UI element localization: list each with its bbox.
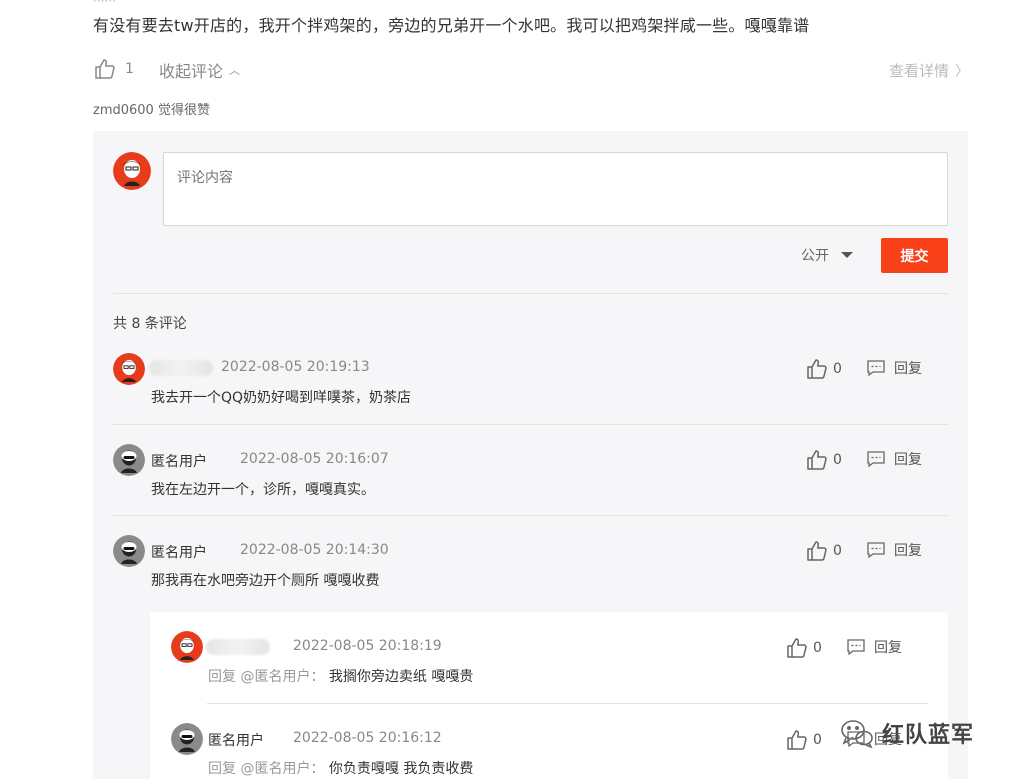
comment-author[interactable] [149,360,213,376]
divider [113,293,948,294]
reply-like-button[interactable]: 0 [785,636,822,660]
reply-body: 你负责嘎嘎 我负责收费 [328,761,474,777]
comment-input[interactable] [163,152,948,226]
chevron-up-icon: ︿ [229,64,241,77]
comments-panel: 公开 提交 共 8 条评论 2022-08-05 20:19:13 我去开一个Q… [93,131,968,779]
watermark: 红队蓝军 [838,714,974,752]
reply-text: 回复 @匿名用户： 我搁你旁边卖纸 嘎嘎贵 [208,666,473,686]
comment-author[interactable]: 匿名用户 [151,451,207,471]
comment-time: 2022-08-05 20:16:07 [240,451,389,467]
comment-like-button[interactable]: 0 [805,357,842,381]
anonymous-avatar [171,723,203,755]
comment-reply-label: 回复 [894,452,922,468]
comment-reply-button[interactable]: 回复 [866,358,922,378]
thumbs-up-icon [95,59,115,79]
thumbs-up-icon [787,730,807,750]
chevron-right-icon: 〉 [955,63,969,80]
post-like-button[interactable]: 1 [93,57,134,81]
reply-reply-label: 回复 [874,640,902,656]
comment-text: 我在左边开一个，诊所，嘎嘎真实。 [151,482,375,498]
comment-time: 2022-08-05 20:14:30 [240,542,389,558]
divider [113,515,948,516]
liked-by-text: zmd0600 觉得很赞 [93,103,210,118]
submit-button[interactable]: 提交 [881,238,948,273]
comment-like-count: 0 [833,543,842,559]
reply-like-count: 0 [813,732,822,748]
reply-like-button[interactable]: 0 [785,728,822,752]
reply-body: 我搁你旁边卖纸 嘎嘎贵 [328,669,474,685]
divider [113,424,948,425]
view-details-link[interactable]: 查看详情 〉 [889,60,969,81]
comment-reply-label: 回复 [894,543,922,559]
divider [207,703,928,704]
reply-time: 2022-08-05 20:18:19 [293,638,442,654]
reply-time: 2022-08-05 20:16:12 [293,730,442,746]
comment-text: 那我再在水吧旁边开个厕所 嘎嘎收费 [151,573,380,589]
visibility-select[interactable]: 公开 [801,245,853,265]
comment-author[interactable]: 匿名用户 [151,542,207,562]
comment-icon [867,542,885,559]
reply-text: 回复 @匿名用户： 你负责嘎嘎 我负责收费 [208,758,473,778]
current-user-avatar [113,152,151,190]
post-action-row: 1 收起评论 ︿ 查看详情 〉 [93,57,969,83]
comment-text: 我去开一个QQ奶奶好喝到咩噗茶，奶茶店 [151,390,412,406]
thumbs-up-icon [787,638,807,658]
wechat-logo-icon [841,720,873,749]
top-cut-text: ······ [93,0,116,8]
collapse-comments-button[interactable]: 收起评论 ︿ [159,58,240,82]
replies-box: 2022-08-05 20:18:19 回复 @匿名用户： 我搁你旁边卖纸 嘎嘎… [150,612,948,779]
reply-reply-button[interactable]: 回复 [846,637,902,657]
thumbs-up-icon [807,359,827,379]
thumbs-up-icon [807,450,827,470]
reply-author[interactable]: 匿名用户 [208,730,264,750]
comment-like-button[interactable]: 0 [805,539,842,563]
reply-to-mention[interactable]: 回复 @匿名用户： [208,669,324,685]
reply-like-count: 0 [813,640,822,656]
comment-reply-button[interactable]: 回复 [866,449,922,469]
comment-like-count: 0 [833,361,842,377]
comment-like-count: 0 [833,452,842,468]
comment-like-button[interactable]: 0 [805,448,842,472]
visibility-label: 公开 [801,248,829,264]
view-details-label: 查看详情 [888,62,949,80]
reply-to-mention[interactable]: 回复 @匿名用户： [208,761,324,777]
comment-time: 2022-08-05 20:19:13 [221,359,370,375]
comment-icon [847,639,865,656]
anonymous-avatar [113,535,145,567]
comment-icon [867,360,885,377]
anonymous-avatar [113,444,145,476]
post-text: 有没有要去tw开店的，我开个拌鸡架的，旁边的兄弟开一个水吧。我可以把鸡架拌咸一些… [93,16,810,35]
caret-down-icon [841,252,853,258]
comment-reply-button[interactable]: 回复 [866,540,922,560]
reply-author[interactable] [206,639,270,655]
comment-icon [867,451,885,468]
comments-count: 共 8 条评论 [113,316,187,332]
avatar [171,631,203,663]
post-like-count: 1 [125,61,134,77]
collapse-comments-label: 收起评论 [159,62,224,81]
thumbs-up-icon [807,541,827,561]
watermark-text: 红队蓝军 [882,723,975,748]
comment-reply-label: 回复 [894,361,922,377]
avatar [113,353,145,385]
